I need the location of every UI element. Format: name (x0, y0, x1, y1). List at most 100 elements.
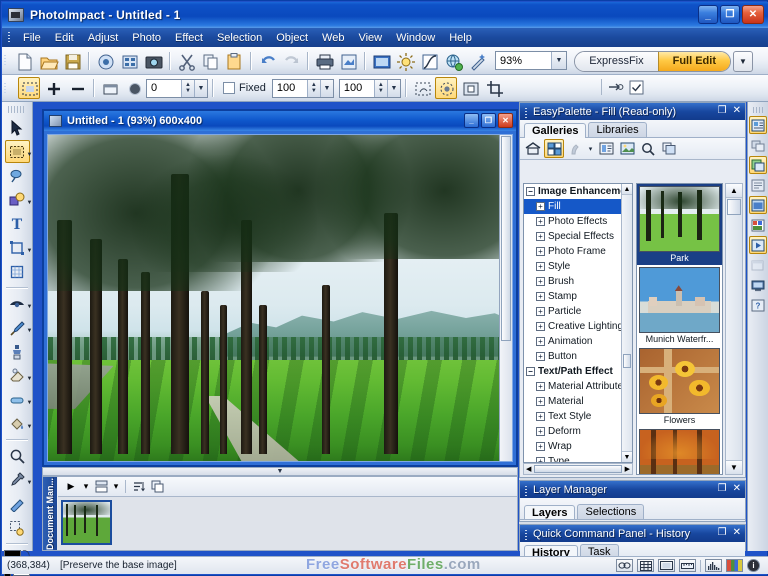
panel-grip[interactable] (523, 484, 530, 497)
add-image-icon[interactable] (617, 139, 637, 158)
brightness-icon[interactable] (394, 50, 416, 72)
tab-galleries[interactable]: Galleries (524, 123, 587, 138)
close-button[interactable]: ✕ (742, 5, 764, 24)
crop-icon[interactable] (483, 77, 505, 99)
transfer-icon[interactable] (607, 79, 624, 95)
chevron-down-icon[interactable]: ▾ (111, 478, 121, 495)
expand-icon[interactable]: + (536, 412, 545, 421)
lasso-selection-tool-icon[interactable] (5, 164, 30, 187)
chevron-down-icon[interactable]: ▼ (319, 79, 333, 97)
text-tool-icon[interactable]: T (5, 212, 30, 235)
expand-icon[interactable]: + (536, 442, 545, 451)
chevron-down-icon[interactable]: ▼ (27, 248, 33, 254)
zoom-combobox[interactable]: 93% ▼ (495, 51, 567, 70)
tree-item[interactable]: + Stamp (524, 289, 632, 304)
menu-item-file[interactable]: File (16, 30, 48, 46)
document-manager-tab[interactable]: Document Man... (43, 477, 57, 550)
gallery-item[interactable]: Flowers (637, 346, 722, 427)
paste-icon[interactable] (223, 50, 245, 72)
tree-item[interactable]: + Text Style (524, 409, 632, 424)
ruler-icon[interactable] (679, 559, 696, 572)
gallery-item[interactable] (637, 427, 722, 474)
chevron-down-icon[interactable]: ▾ (586, 139, 595, 158)
menu-item-web[interactable]: Web (315, 30, 351, 46)
info-icon[interactable]: i (747, 559, 760, 572)
tree-item[interactable]: + Deform (524, 424, 632, 439)
add-selection-icon[interactable] (42, 77, 64, 99)
search-icon[interactable] (638, 139, 658, 158)
tree-item[interactable]: − Text/Path Effect (524, 364, 632, 379)
chevron-down-icon[interactable]: ▼ (27, 400, 33, 406)
expand-icon[interactable]: + (536, 397, 545, 406)
document-maximize-button[interactable]: ❐ (481, 113, 496, 128)
width-stepper[interactable]: 100 ▲ ▼ ▼ (271, 78, 334, 98)
spinner-icon[interactable]: ▲ ▼ (306, 79, 320, 97)
close-icon[interactable]: ✕ (733, 527, 741, 538)
tree-horizontal-scrollbar[interactable]: ◀ ▶ (523, 463, 633, 475)
undo-icon[interactable] (256, 50, 278, 72)
tree-item[interactable]: + Wrap (524, 439, 632, 454)
link-icon[interactable] (616, 559, 633, 572)
expand-icon[interactable]: + (536, 322, 545, 331)
soften-edge-icon[interactable] (123, 77, 145, 99)
web-icon[interactable] (442, 50, 464, 72)
play-icon[interactable]: ▶ (62, 478, 80, 495)
cut-icon[interactable] (175, 50, 197, 72)
tab-selections[interactable]: Selections (577, 504, 645, 519)
gallery-thumbnail[interactable] (639, 348, 720, 414)
expand-icon[interactable]: + (536, 277, 545, 286)
expand-icon[interactable]: + (536, 337, 545, 346)
scroll-right-icon[interactable]: ▶ (623, 465, 632, 473)
spinner-icon[interactable]: ▲ ▼ (373, 79, 387, 97)
save-icon[interactable] (61, 50, 83, 72)
icon-strip-grip[interactable] (753, 107, 763, 113)
magic-wand-icon[interactable] (466, 50, 488, 72)
chevron-down-icon[interactable]: ▼ (27, 328, 33, 334)
tab-layers[interactable]: Layers (524, 505, 576, 519)
collapse-icon[interactable]: − (526, 367, 535, 376)
maximize-icon[interactable]: ❐ (718, 105, 727, 116)
menu-item-adjust[interactable]: Adjust (81, 30, 126, 46)
similar-selection-icon[interactable] (434, 77, 457, 99)
menu-item-view[interactable]: View (351, 30, 389, 46)
panel-grip[interactable] (523, 528, 530, 541)
chevron-down-icon[interactable]: ▼ (27, 480, 33, 486)
expand-icon[interactable]: + (536, 232, 545, 241)
paint-eraser-tool-icon[interactable]: ▼ (5, 388, 33, 411)
chevron-down-icon[interactable]: ▼ (27, 376, 33, 382)
expand-icon[interactable]: + (536, 202, 545, 211)
checkbox-icon[interactable] (629, 80, 644, 95)
soften-stepper[interactable]: 0 ▲ ▼ ▼ (146, 78, 208, 98)
document-minimize-button[interactable]: _ (464, 113, 479, 128)
expand-icon[interactable]: + (536, 247, 545, 256)
eyedropper-tool-icon[interactable]: ▼ (5, 468, 33, 491)
print-preview-icon[interactable] (337, 50, 359, 72)
close-icon[interactable]: ✕ (733, 483, 741, 494)
menu-item-effect[interactable]: Effect (168, 30, 210, 46)
crop-tool-icon[interactable] (5, 260, 30, 283)
menu-item-window[interactable]: Window (389, 30, 442, 46)
tree-item[interactable]: + Creative Lighting (524, 319, 632, 334)
chevron-down-icon[interactable]: ▼ (27, 304, 33, 310)
properties-icon[interactable] (596, 139, 616, 158)
screen-capture-icon[interactable] (749, 276, 767, 294)
chevron-down-icon[interactable]: ▾ (81, 478, 91, 495)
scrollbar-thumb[interactable] (623, 354, 631, 368)
menu-item-selection[interactable]: Selection (210, 30, 269, 46)
clone-stamp-tool-icon[interactable] (5, 340, 30, 363)
expand-icon[interactable]: + (536, 352, 545, 361)
image-canvas[interactable] (47, 134, 513, 462)
thumbnail-view-icon[interactable] (544, 139, 564, 158)
pick-tool-icon[interactable] (5, 116, 30, 139)
retouch-tool-icon[interactable]: ▼ (5, 292, 33, 315)
grid-icon[interactable] (637, 559, 654, 572)
menu-grip[interactable] (6, 30, 13, 45)
zoom-tool-icon[interactable] (5, 444, 30, 467)
chevron-down-icon[interactable]: ▼ (194, 79, 207, 97)
open-folder-icon[interactable] (37, 50, 59, 72)
fill-tool-icon[interactable]: ▼ (5, 412, 33, 435)
expand-icon[interactable]: + (536, 292, 545, 301)
tree-item[interactable]: + Material (524, 394, 632, 409)
menu-item-help[interactable]: Help (442, 30, 479, 46)
menu-item-edit[interactable]: Edit (48, 30, 81, 46)
